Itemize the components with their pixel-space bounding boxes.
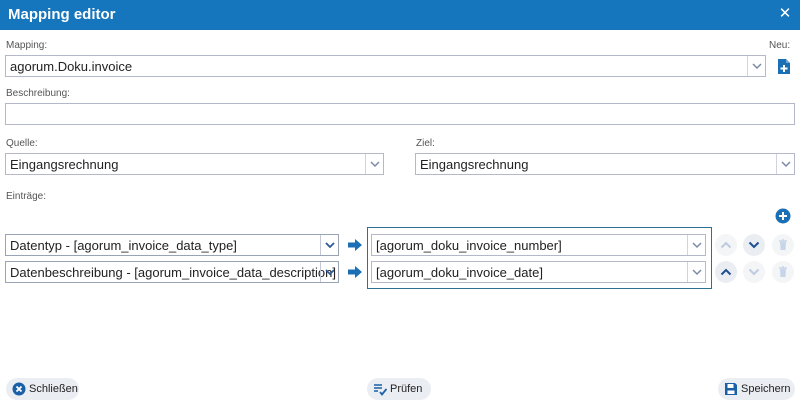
close-button[interactable]: Schließen: [6, 378, 79, 400]
move-down-button[interactable]: [743, 234, 765, 256]
target-value: Eingangsrechnung: [420, 157, 529, 172]
chevron-down-icon: [748, 241, 760, 249]
entry-source-value: Datenbeschreibung - [agorum_invoice_data…: [10, 265, 336, 280]
source-combobox[interactable]: Eingangsrechnung: [5, 153, 384, 175]
mapping-value: agorum.Doku.invoice: [10, 59, 133, 74]
entry-source-combobox[interactable]: Datenbeschreibung - [agorum_invoice_data…: [5, 261, 339, 283]
add-document-icon[interactable]: [777, 58, 791, 75]
entry-source-dropdown-trigger[interactable]: [320, 262, 338, 282]
floppy-disk-icon: [724, 382, 738, 396]
description-label: Beschreibung:: [6, 88, 70, 99]
source-value: Eingangsrechnung: [10, 157, 119, 172]
target-combobox[interactable]: Eingangsrechnung: [415, 153, 795, 175]
title-bar: Mapping editor ✕: [0, 0, 800, 30]
target-dropdown-trigger[interactable]: [776, 154, 794, 174]
entry-source-dropdown-trigger[interactable]: [320, 235, 338, 255]
check-button[interactable]: Prüfen: [367, 378, 431, 400]
save-button-label: Speichern: [741, 383, 791, 395]
check-button-label: Prüfen: [390, 383, 423, 395]
trash-icon: [779, 239, 787, 250]
description-field[interactable]: [5, 103, 795, 125]
chevron-up-icon: [720, 241, 732, 249]
entry-target-value: [agorum_doku_invoice_date]: [376, 265, 543, 280]
entry-target-dropdown-trigger[interactable]: [687, 262, 705, 282]
source-label: Quelle:: [6, 138, 38, 149]
arrow-right-icon: [347, 265, 363, 279]
save-button[interactable]: Speichern: [718, 378, 795, 400]
delete-entry-button[interactable]: [772, 234, 794, 256]
move-up-button[interactable]: [715, 234, 737, 256]
entry-target-combobox[interactable]: [agorum_doku_invoice_number]: [371, 234, 706, 256]
window-title: Mapping editor: [8, 6, 116, 23]
check-list-icon: [373, 382, 388, 396]
entry-source-value: Datentyp - [agorum_invoice_data_type]: [10, 238, 237, 253]
close-circle-icon: [12, 382, 26, 396]
arrow-right-icon: [347, 238, 363, 252]
target-label: Ziel:: [416, 138, 435, 149]
close-icon[interactable]: ✕: [778, 5, 792, 23]
entry-target-dropdown-trigger[interactable]: [687, 235, 705, 255]
source-dropdown-trigger[interactable]: [365, 154, 383, 174]
mapping-combobox[interactable]: agorum.Doku.invoice: [5, 55, 766, 77]
plus-circle-icon[interactable]: [775, 208, 791, 224]
entry-target-combobox[interactable]: [agorum_doku_invoice_date]: [371, 261, 706, 283]
chevron-down-icon: [748, 268, 760, 276]
mapping-label: Mapping:: [6, 40, 48, 51]
delete-entry-button[interactable]: [772, 261, 794, 283]
new-label: Neu:: [769, 40, 791, 51]
chevron-up-icon: [720, 268, 732, 276]
entries-label: Einträge:: [6, 191, 47, 202]
move-up-button[interactable]: [715, 261, 737, 283]
close-button-label: Schließen: [29, 383, 78, 395]
entry-source-combobox[interactable]: Datentyp - [agorum_invoice_data_type]: [5, 234, 339, 256]
move-down-button[interactable]: [743, 261, 765, 283]
mapping-dropdown-trigger[interactable]: [747, 56, 765, 76]
trash-icon: [779, 266, 787, 277]
entry-target-value: [agorum_doku_invoice_number]: [376, 238, 562, 253]
